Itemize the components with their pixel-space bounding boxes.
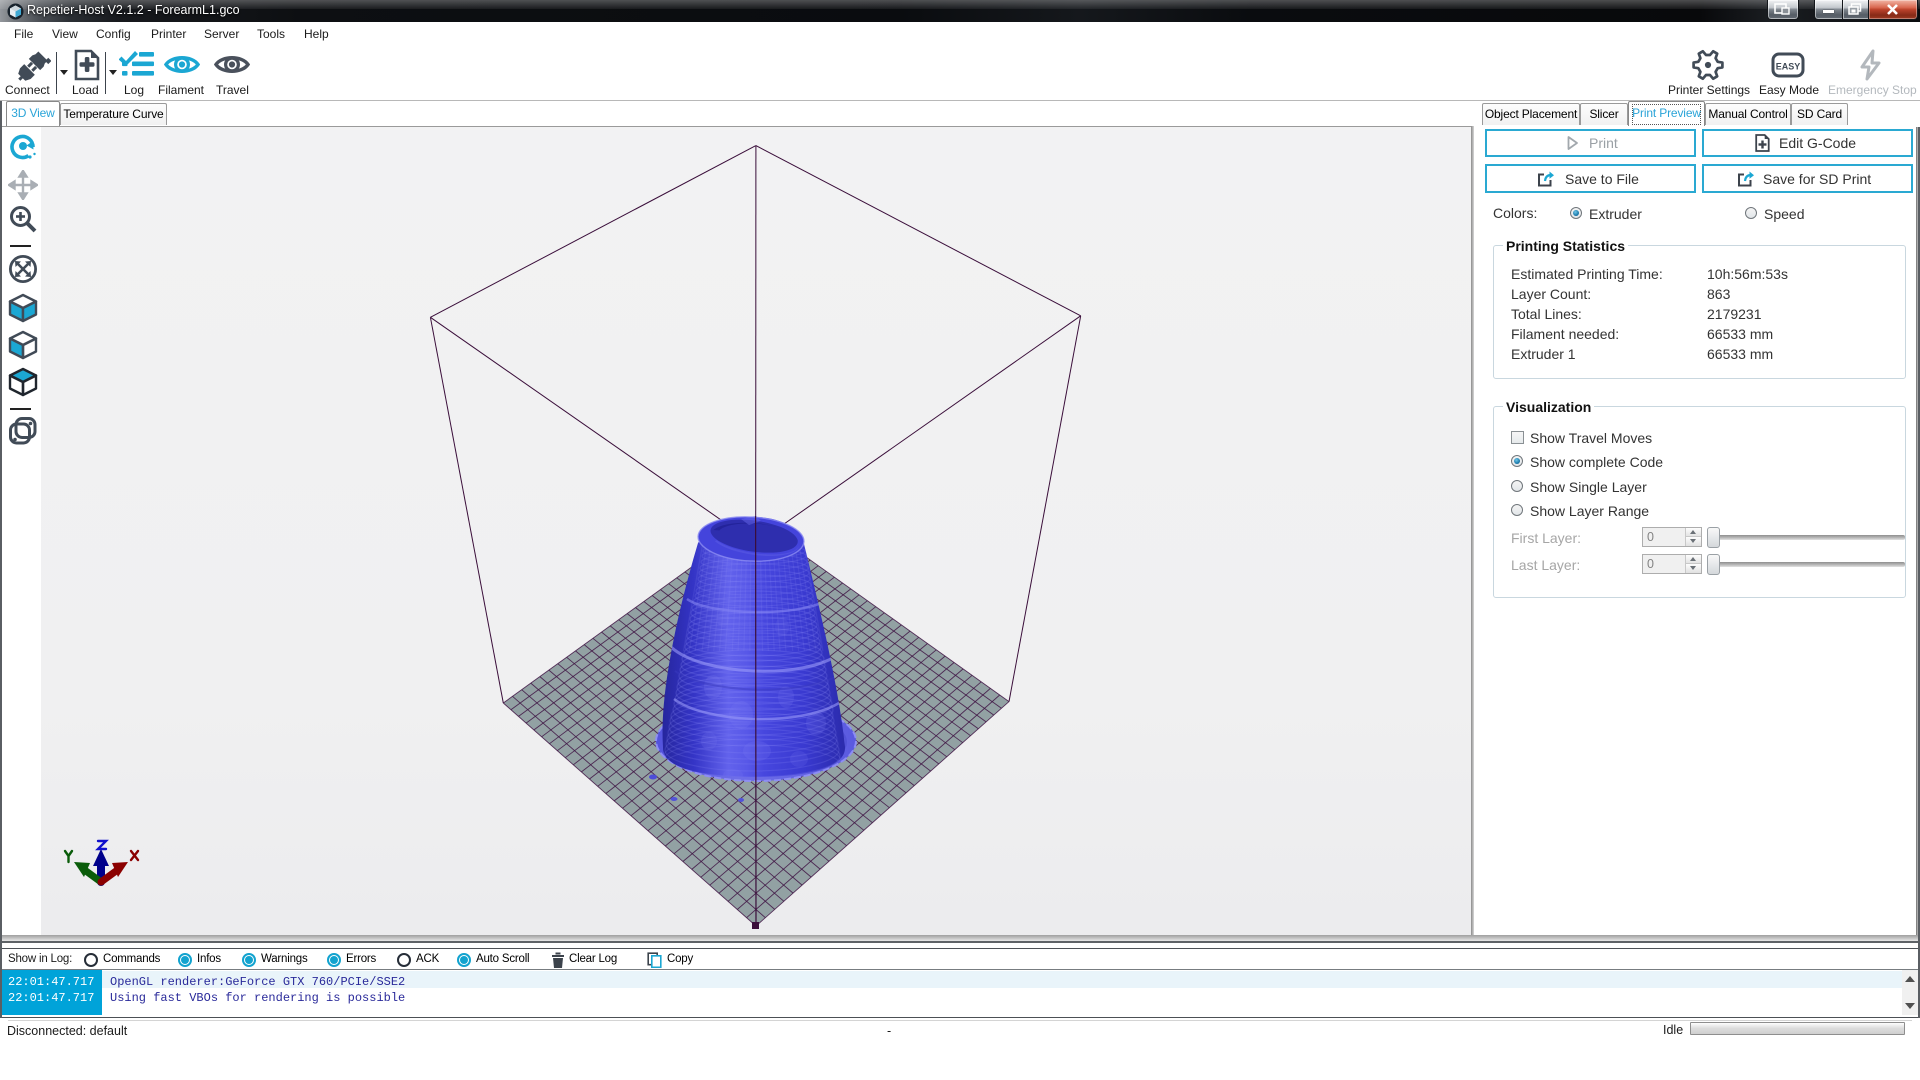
svg-text:EASY: EASY	[1776, 62, 1801, 72]
